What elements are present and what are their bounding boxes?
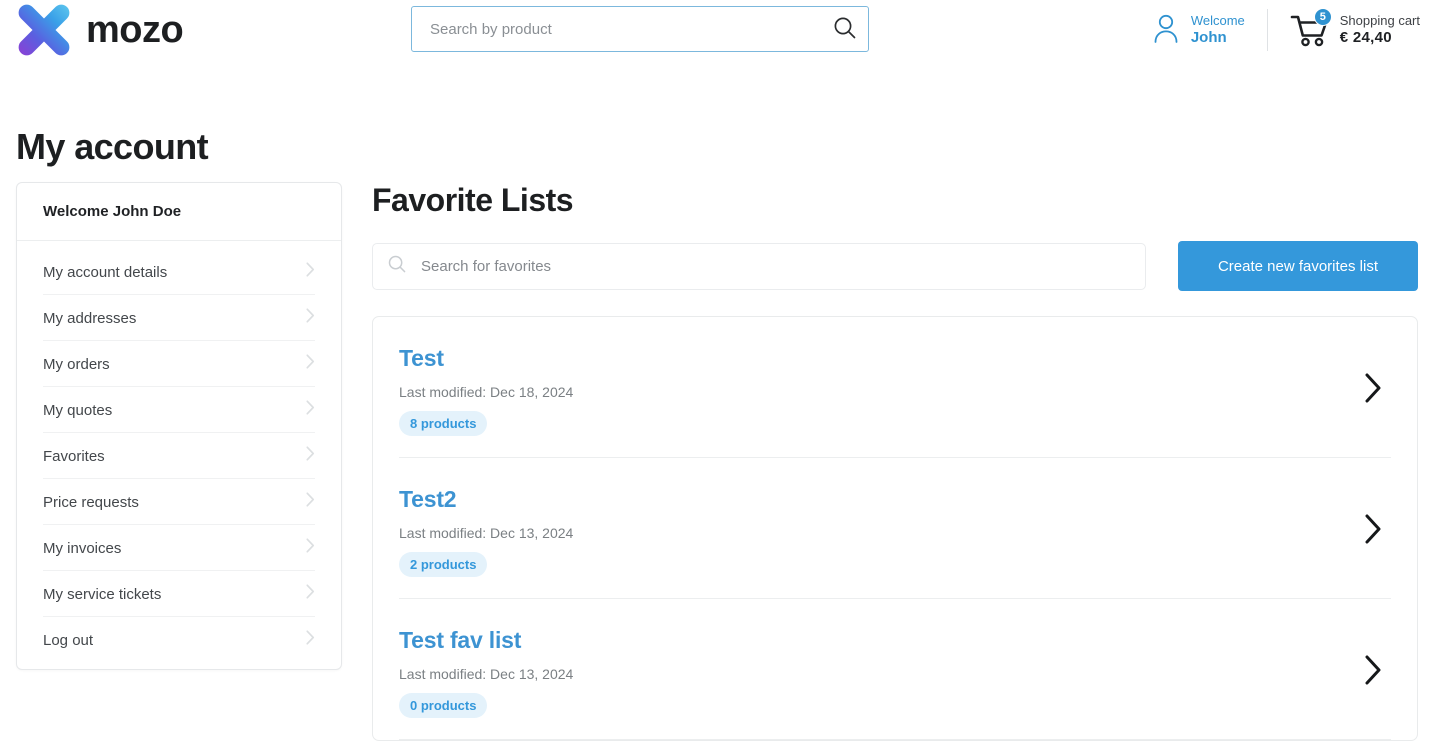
chevron-right-icon xyxy=(306,492,315,512)
sidebar-item-label: My addresses xyxy=(43,309,137,327)
sidebar-item-my-service-tickets[interactable]: My service tickets xyxy=(43,571,315,617)
favorites-list-modified: Last modified: Dec 13, 2024 xyxy=(399,525,574,541)
sidebar-item-label: Log out xyxy=(43,631,94,649)
favorites-search-input[interactable] xyxy=(419,256,1131,276)
header-right-actions: Welcome John 5 Shopping cart € 24,40 xyxy=(1151,0,1420,60)
favorites-list-card: Test Last modified: Dec 18, 2024 8 produ… xyxy=(372,316,1418,741)
product-search-box[interactable] xyxy=(411,6,869,52)
favorites-product-count-badge: 2 products xyxy=(399,552,488,577)
favorites-toolbar: Create new favorites list xyxy=(372,241,1418,291)
search-icon xyxy=(387,254,407,279)
cart-total: € 24,40 xyxy=(1339,28,1392,46)
chevron-right-icon xyxy=(306,262,315,282)
sidebar-item-label: Favorites xyxy=(43,447,105,465)
brand-name: mozo xyxy=(86,9,184,51)
favorites-main: Favorite Lists Create new favorites list… xyxy=(372,182,1418,741)
sidebar-item-label: My account details xyxy=(43,263,168,281)
sidebar-item-my-account-details[interactable]: My account details xyxy=(43,249,315,295)
account-sidebar: Welcome John Doe My account details My a… xyxy=(16,182,342,670)
favorites-search-box[interactable] xyxy=(372,242,1146,290)
favorites-list-row[interactable]: Test fav list Last modified: Dec 13, 202… xyxy=(399,599,1391,740)
chevron-right-icon[interactable] xyxy=(1363,654,1391,691)
sidebar-item-price-requests[interactable]: Price requests xyxy=(43,479,315,525)
favorites-title: Favorite Lists xyxy=(372,182,574,218)
favorites-product-count-badge: 8 products xyxy=(399,411,488,436)
search-icon xyxy=(832,15,858,44)
mozo-x-logo-icon xyxy=(16,2,72,58)
chevron-right-icon[interactable] xyxy=(1363,513,1391,550)
favorites-list-modified: Last modified: Dec 18, 2024 xyxy=(399,384,574,400)
user-icon xyxy=(1151,12,1181,49)
sidebar-item-my-orders[interactable]: My orders xyxy=(43,341,315,387)
product-search-button[interactable] xyxy=(822,7,868,51)
sidebar-welcome: Welcome John Doe xyxy=(17,183,341,241)
favorites-list-name[interactable]: Test2 xyxy=(399,486,573,513)
favorites-list-row[interactable]: Test2 Last modified: Dec 13, 2024 2 prod… xyxy=(399,458,1391,599)
sidebar-item-label: My orders xyxy=(43,355,110,373)
sidebar-item-my-quotes[interactable]: My quotes xyxy=(43,387,315,433)
favorites-list-name[interactable]: Test fav list xyxy=(399,627,573,654)
shopping-cart[interactable]: 5 Shopping cart € 24,40 xyxy=(1268,8,1420,51)
account-welcome-label: Welcome xyxy=(1190,12,1245,28)
sidebar-item-label: Price requests xyxy=(43,493,139,511)
chevron-right-icon xyxy=(306,354,315,374)
sidebar-item-log-out[interactable]: Log out xyxy=(43,617,315,663)
chevron-right-icon xyxy=(306,538,315,558)
chevron-right-icon xyxy=(306,630,315,650)
chevron-right-icon[interactable] xyxy=(1363,372,1391,409)
sidebar-item-label: My service tickets xyxy=(43,585,162,603)
sidebar-item-favorites[interactable]: Favorites xyxy=(43,433,315,479)
sidebar-item-label: My quotes xyxy=(43,401,113,419)
site-header: mozo Welcome John xyxy=(0,0,1442,60)
account-menu[interactable]: Welcome John xyxy=(1151,12,1267,49)
chevron-right-icon xyxy=(306,584,315,604)
page-title: My account xyxy=(16,126,209,167)
chevron-right-icon xyxy=(306,446,315,466)
favorites-list-name[interactable]: Test xyxy=(399,345,573,372)
create-favorites-list-button[interactable]: Create new favorites list xyxy=(1178,241,1418,291)
shopping-cart-icon xyxy=(1290,15,1330,51)
sidebar-item-my-addresses[interactable]: My addresses xyxy=(43,295,315,341)
favorites-list-modified: Last modified: Dec 13, 2024 xyxy=(399,666,574,682)
sidebar-item-label: My invoices xyxy=(43,539,122,557)
chevron-right-icon xyxy=(306,400,315,420)
product-search-input[interactable] xyxy=(412,20,822,38)
sidebar-item-my-invoices[interactable]: My invoices xyxy=(43,525,315,571)
favorites-list-row[interactable]: Test Last modified: Dec 18, 2024 8 produ… xyxy=(399,317,1391,458)
chevron-right-icon xyxy=(306,308,315,328)
cart-badge-count: 5 xyxy=(1313,8,1332,26)
favorites-product-count-badge: 0 products xyxy=(399,693,488,718)
brand-logo[interactable]: mozo xyxy=(16,0,184,60)
account-user-name: John xyxy=(1190,28,1227,46)
sidebar-menu: My account details My addresses My order… xyxy=(17,241,341,669)
cart-label: Shopping cart xyxy=(1339,12,1420,28)
